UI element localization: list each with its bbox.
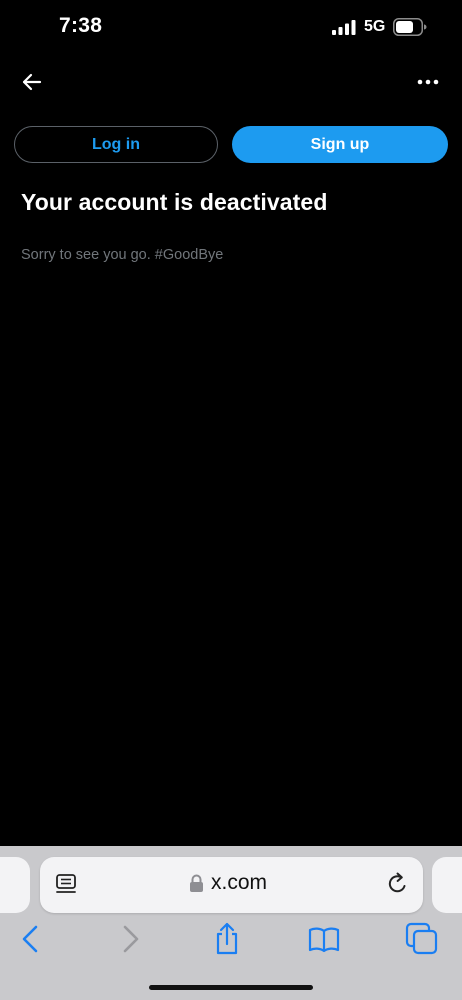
ellipsis-icon[interactable] bbox=[414, 70, 442, 94]
cellular-signal-icon bbox=[332, 20, 356, 35]
bookmarks-icon[interactable] bbox=[307, 922, 341, 956]
page-title: Your account is deactivated bbox=[21, 189, 328, 215]
back-icon[interactable] bbox=[14, 922, 48, 956]
reload-icon[interactable] bbox=[385, 871, 410, 897]
page-menu-icon[interactable] bbox=[54, 872, 78, 896]
lock-icon bbox=[190, 874, 203, 892]
deactivation-message: Sorry to see you go. #GoodBye bbox=[21, 247, 224, 263]
next-tab-preview[interactable] bbox=[432, 857, 462, 913]
battery-icon bbox=[393, 18, 427, 36]
url-text[interactable]: x.com bbox=[211, 871, 267, 895]
forward-icon bbox=[123, 925, 139, 953]
status-time: 7:38 bbox=[59, 14, 103, 37]
status-bar: 7:38 5G bbox=[0, 0, 462, 56]
signup-button[interactable]: Sign up bbox=[232, 126, 448, 163]
network-type: 5G bbox=[364, 18, 386, 35]
share-icon[interactable] bbox=[210, 922, 244, 956]
arrow-left-icon[interactable] bbox=[18, 70, 46, 94]
home-indicator[interactable] bbox=[149, 985, 313, 990]
tabs-icon[interactable] bbox=[405, 922, 439, 956]
login-button[interactable]: Log in bbox=[14, 126, 218, 163]
previous-tab-preview[interactable] bbox=[0, 857, 30, 913]
